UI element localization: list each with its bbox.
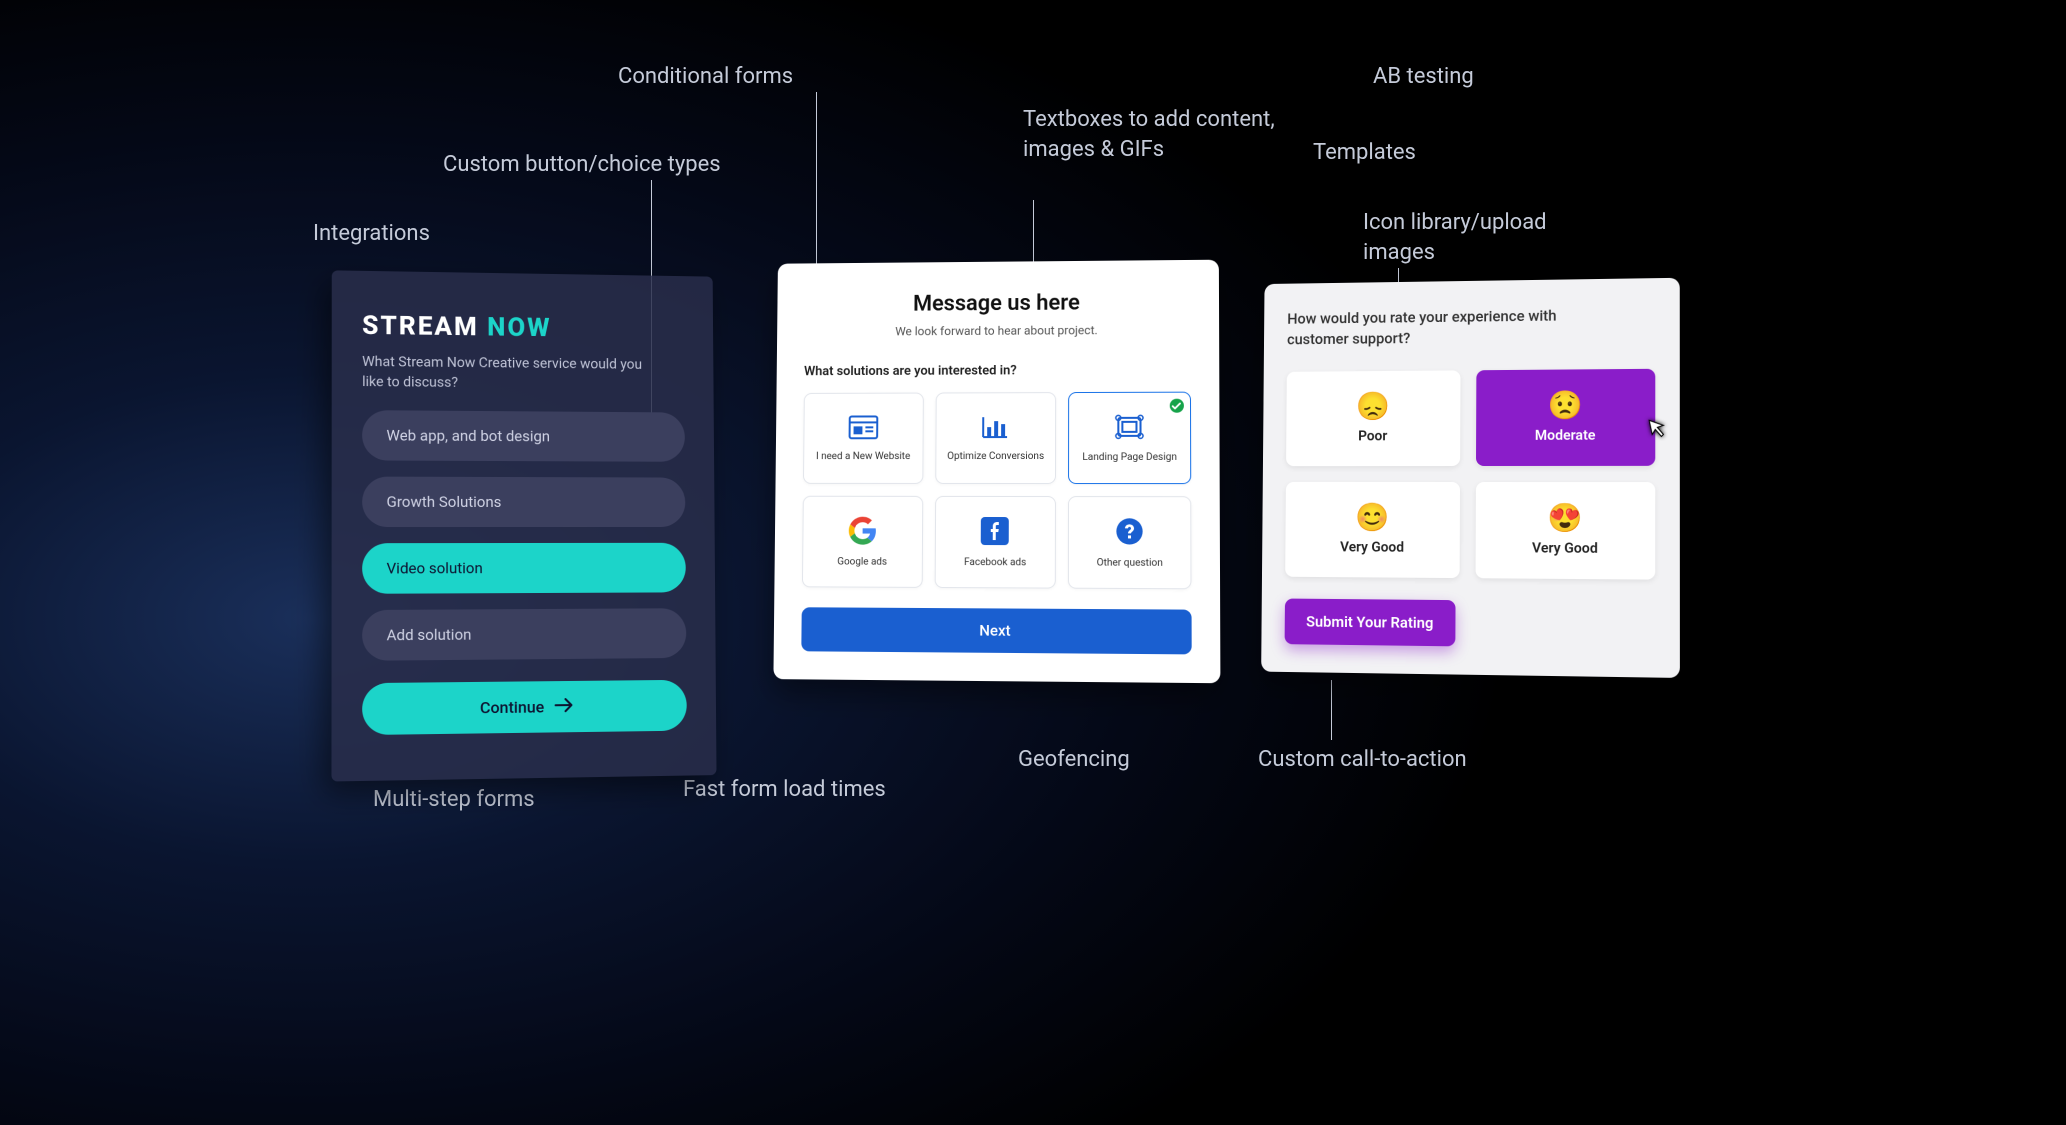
next-button-label: Next — [979, 621, 1010, 639]
label-fast-load: Fast form load times — [683, 775, 886, 805]
rating-emoji-icon: 😟 — [1548, 391, 1583, 419]
rating-tile[interactable]: 😊 Very Good — [1285, 482, 1460, 578]
solution-tile-label: Facebook ads — [958, 556, 1032, 567]
rating-emoji-icon: 😞 — [1356, 393, 1390, 421]
rating-tile-label: Very Good — [1340, 539, 1404, 555]
choice-option[interactable]: Web app, and bot design — [362, 410, 685, 462]
label-custom-button: Custom button/choice types — [443, 150, 721, 180]
card2-question: What solutions are you interested in? — [804, 363, 1191, 380]
label-geofencing: Geofencing — [1018, 745, 1130, 775]
choice-option[interactable]: Video solution — [362, 543, 686, 594]
google-icon — [848, 516, 876, 548]
landing-icon — [1114, 413, 1144, 443]
rating-tile-label: Poor — [1358, 428, 1387, 444]
label-integrations: Integrations — [313, 219, 430, 249]
continue-button[interactable]: Continue — [362, 680, 687, 735]
submit-rating-button[interactable]: Submit Your Rating — [1285, 599, 1456, 647]
label-multi-step: Multi-step forms — [373, 785, 535, 815]
label-ab-testing: AB testing — [1373, 62, 1474, 92]
feature-showcase-stage: Integrations Custom button/choice types … — [273, 0, 1793, 825]
chart-icon — [982, 415, 1010, 443]
right-black-strip — [1763, 0, 1793, 825]
card-rating: How would you rate your experience with … — [1261, 278, 1680, 678]
submit-rating-label: Submit Your Rating — [1306, 613, 1433, 632]
continue-button-label: Continue — [480, 698, 544, 718]
solution-tile-label: Google ads — [831, 556, 893, 567]
check-icon — [1170, 399, 1184, 413]
rating-tile[interactable]: 😞 Poor — [1286, 370, 1460, 466]
label-conditional-forms: Conditional forms — [618, 62, 793, 92]
facebook-icon — [981, 516, 1009, 548]
rating-emoji-icon: 😍 — [1547, 504, 1582, 532]
choice-option[interactable]: Growth Solutions — [362, 477, 685, 527]
solution-tile[interactable]: Other question — [1068, 496, 1191, 589]
solution-tile[interactable]: Landing Page Design — [1068, 392, 1191, 484]
solution-tile[interactable]: Optimize Conversions — [935, 392, 1057, 484]
stream-now-logo: STREAM NOW — [362, 311, 684, 345]
solution-tile-label: I need a New Website — [810, 451, 916, 462]
connector-line — [1331, 680, 1332, 740]
card2-title: Message us here — [805, 290, 1191, 318]
logo-word-stream: STREAM — [362, 311, 479, 342]
rating-tile-label: Very Good — [1532, 540, 1598, 557]
question-icon — [1116, 517, 1144, 549]
label-textboxes: Textboxes to add content, images & GIFs — [1023, 105, 1283, 164]
website-icon — [848, 415, 878, 443]
connector-line — [816, 92, 817, 292]
solution-tile-label: Landing Page Design — [1076, 451, 1183, 462]
logo-word-now: NOW — [487, 313, 551, 344]
arrow-right-icon — [554, 697, 572, 716]
solution-tile-label: Optimize Conversions — [941, 450, 1050, 461]
card1-question: What Stream Now Creative service would y… — [362, 353, 650, 395]
card-stream-now: STREAM NOW What Stream Now Creative serv… — [331, 270, 716, 781]
solution-tile[interactable]: I need a New Website — [803, 393, 924, 484]
rating-emoji-icon: 😊 — [1355, 504, 1389, 532]
solution-tile-label: Other question — [1091, 557, 1169, 568]
label-custom-cta: Custom call-to-action — [1258, 745, 1467, 775]
rating-tile-label: Moderate — [1535, 428, 1596, 444]
next-button[interactable]: Next — [801, 607, 1191, 654]
rating-tile[interactable]: 😟 Moderate — [1476, 369, 1655, 466]
rating-tile[interactable]: 😍 Very Good — [1476, 482, 1656, 580]
solution-tile[interactable]: Facebook ads — [934, 496, 1056, 589]
label-templates: Templates — [1313, 138, 1416, 168]
label-icon-library: Icon library/upload images — [1363, 208, 1603, 267]
card3-question: How would you rate your experience with … — [1287, 305, 1603, 350]
choice-option[interactable]: Add solution — [362, 608, 686, 661]
card2-subtitle: We look forward to hear about project. — [804, 323, 1190, 339]
card-message-us: Message us here We look forward to hear … — [773, 260, 1220, 684]
solution-tile[interactable]: Google ads — [802, 496, 923, 588]
cursor-icon — [1643, 417, 1670, 447]
